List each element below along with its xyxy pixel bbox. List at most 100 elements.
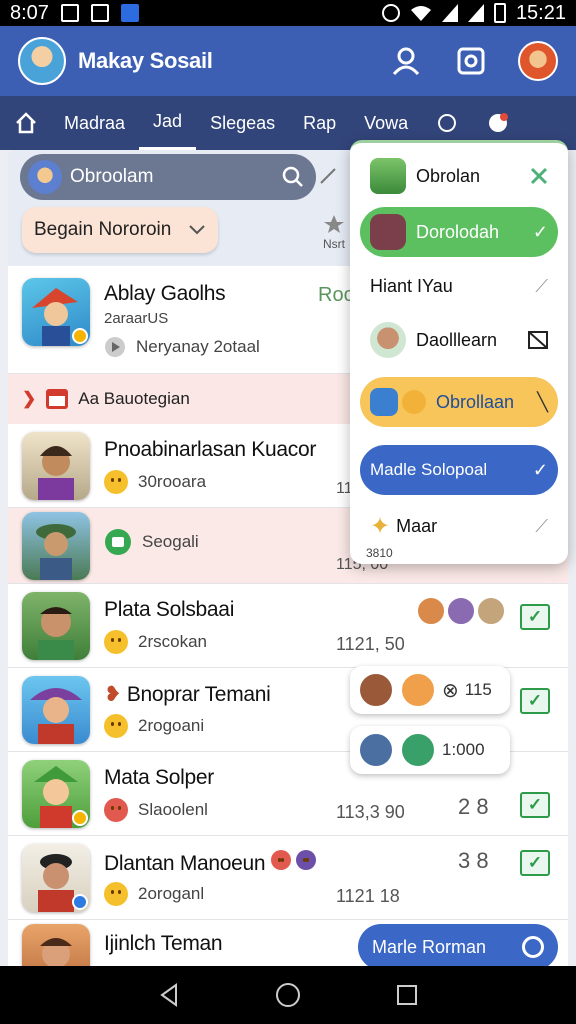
popup-item-hiant[interactable]: Hiant IYau ⟋ (360, 261, 558, 311)
chat-name-text: Bnoprar Temani (126, 683, 271, 706)
popup-title: Obrolan (416, 165, 481, 186)
tab-slegeas[interactable]: Slegeas (196, 96, 289, 150)
popup-avatar (370, 158, 406, 194)
calendar-icon (46, 389, 69, 409)
popup-item-dorolodah[interactable]: Dorolodah ✓ (360, 207, 558, 257)
chat-time: 1121 18 (336, 886, 400, 906)
circle-icon (522, 936, 544, 958)
popup-footnote: 3810 (366, 546, 393, 560)
screen: 8:07 15:21 Makay Sosail Madraa Jad Slege… (0, 0, 576, 1024)
unread-count: 2 8 (458, 794, 489, 819)
wifi-icon (410, 6, 431, 21)
chat-preview-text: Seogali (142, 532, 199, 551)
member-avatar (476, 596, 506, 626)
chat-name: ❥ Bnoprar Temani (104, 682, 271, 707)
chat-preview-text: 2rogoani (138, 716, 205, 735)
app-notification-icon (120, 4, 139, 22)
chat-name: Ablay Gaolhs (104, 282, 226, 305)
back-icon[interactable] (158, 983, 180, 1007)
popup-item-label: Hiant IYau (370, 275, 453, 296)
camera-button[interactable] (454, 44, 488, 78)
tab-home[interactable] (0, 96, 50, 150)
chat-avatar (22, 760, 90, 828)
recents-icon[interactable] (396, 984, 418, 1006)
mute-icon (528, 331, 548, 349)
chat-preview: 2oroganl (104, 882, 204, 906)
unread-count: 3 8 (458, 848, 489, 873)
avatar-illustration (30, 688, 82, 744)
search-bar[interactable]: Obroolam (20, 154, 316, 200)
emoji-icon (104, 798, 128, 822)
chat-preview: Seogali (104, 528, 199, 556)
tab-rap[interactable]: Rap (289, 96, 350, 150)
popup-header: Obrolan (360, 151, 558, 201)
app-logo[interactable] (18, 37, 66, 85)
chat-subtitle: 2araarUS (104, 310, 169, 327)
chat-row[interactable]: Dlantan Manoeun 2oroganl 1121 18 3 8 ✓ (8, 836, 568, 920)
avatar-illustration (40, 938, 72, 966)
camera-icon (457, 47, 485, 75)
play-icon (105, 337, 125, 357)
chat-preview: Slaoolenl (104, 798, 208, 822)
search-icon[interactable] (282, 166, 304, 188)
read-check-icon: ✓ (520, 850, 550, 876)
close-icon[interactable] (530, 167, 548, 185)
star-caption: Nsrt (323, 237, 345, 251)
member-count: 115 (464, 680, 492, 699)
new-chat-button[interactable]: Marle Rorman (358, 924, 558, 970)
status-badge (72, 328, 88, 344)
search-avatar (28, 160, 62, 194)
member-avatar (400, 732, 436, 768)
chat-row[interactable]: Plata Solsbaai 2rscokan 1121, 50 ✓ (8, 584, 568, 668)
check-icon: ✓ (532, 459, 548, 480)
status-time-right: 15:21 (515, 1, 566, 24)
tab-madraa[interactable]: Madraa (50, 96, 139, 150)
chat-avatar (22, 592, 90, 660)
popup-item-madle[interactable]: Madle Solopoal ✓ (360, 445, 558, 495)
member-avatar (446, 596, 476, 626)
avatar-illustration (38, 446, 74, 500)
chat-preview-text: Neryanay 2otaal (136, 337, 260, 356)
group-time-bubble[interactable]: 1:000 (350, 726, 510, 774)
chat-time: 113,3 90 (336, 802, 405, 822)
chat-preview: Neryanay 2otaal (104, 336, 260, 358)
notification-icon (489, 113, 509, 132)
edit-icon: ⟋ (535, 275, 548, 296)
emoji-icon (104, 882, 128, 906)
status-time-left: 8:07 (10, 1, 49, 24)
edit-icon[interactable] (318, 164, 340, 186)
chat-time: 1121, 50 (336, 634, 405, 654)
add-friend-button[interactable] (390, 44, 424, 78)
popup-item-maar[interactable]: ✦ Maar ⟋ (360, 501, 558, 551)
tab-jad[interactable]: Jad (139, 96, 197, 150)
group-members-bubble[interactable]: ⊗ 115 (350, 666, 510, 714)
filter-label: Begain Nororoin (34, 219, 172, 240)
chat-avatar (22, 676, 90, 744)
verified-badge (72, 894, 88, 910)
home-button-icon[interactable] (275, 982, 301, 1008)
home-icon (16, 112, 36, 134)
chat-preview: 2rscokan (104, 630, 207, 654)
item-icon (402, 390, 426, 414)
item-avatar (370, 214, 406, 250)
chat-avatar (22, 432, 90, 500)
filter-dropdown[interactable]: Begain Nororoin (22, 207, 218, 253)
group-icon (105, 529, 131, 555)
chat-name: Pnoabinarlasan Kuacor (104, 438, 317, 461)
read-check-icon: ✓ (520, 792, 550, 818)
read-check-icon: ✓ (520, 604, 550, 630)
popup-item-daolllearn[interactable]: Daolllearn (360, 315, 558, 365)
search-input[interactable]: Obroolam (70, 166, 153, 188)
chat-preview-text: Slaoolenl (138, 800, 208, 819)
system-nav-bar (0, 966, 576, 1024)
person-icon (392, 47, 420, 76)
profile-avatar[interactable] (518, 41, 558, 81)
chat-avatar (22, 512, 90, 580)
signal-icon (441, 4, 458, 22)
chat-options-popup: Obrolan Dorolodah ✓ Hiant IYau ⟋ Daollle… (350, 140, 568, 564)
alarm-icon (381, 4, 400, 22)
info-icon (438, 114, 457, 132)
chat-preview-text: 30rooara (138, 472, 207, 491)
starred-shortcut[interactable]: Nsrt (314, 214, 354, 251)
popup-item-obrollaan[interactable]: Obrollaan ╲ (360, 377, 558, 427)
